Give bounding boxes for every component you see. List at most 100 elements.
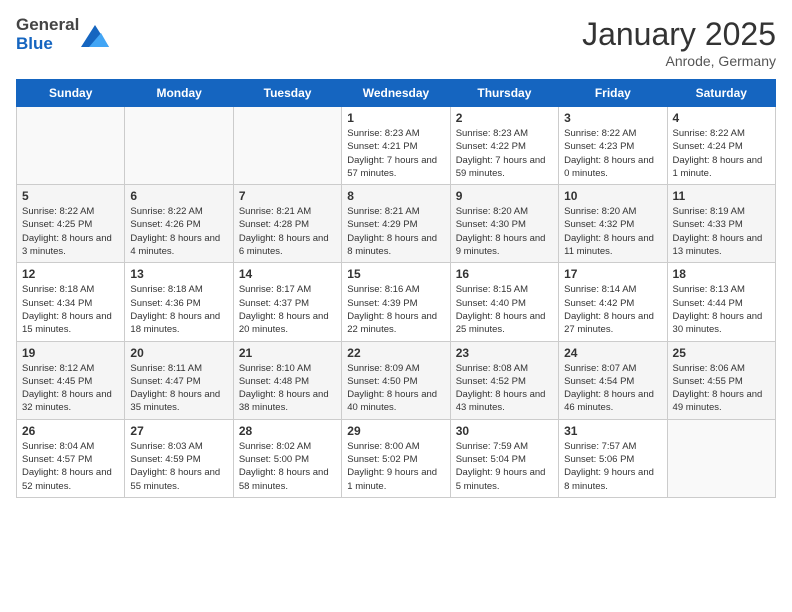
- calendar-day-cell: 14Sunrise: 8:17 AMSunset: 4:37 PMDayligh…: [233, 263, 341, 341]
- day-of-week-header: Monday: [125, 80, 233, 107]
- day-number: 5: [22, 189, 119, 203]
- calendar-day-cell: 31 Sunrise: 7:57 AMSunset: 5:06 PMDayligh…: [559, 419, 667, 497]
- logo-general: General: [16, 16, 79, 35]
- calendar-day-cell: 15Sunrise: 8:16 AMSunset: 4:39 PMDayligh…: [342, 263, 450, 341]
- calendar-day-cell: 23 Sunrise: 8:08 AMSunset: 4:52 PMDayligh…: [450, 341, 558, 419]
- day-info: Sunrise: 8:13 AMSunset: 4:44 PMDaylight:…: [673, 283, 770, 336]
- calendar-day-cell: 17 Sunrise: 8:14 AMSunset: 4:42 PMDayligh…: [559, 263, 667, 341]
- calendar-header-row: SundayMondayTuesdayWednesdayThursdayFrid…: [17, 80, 776, 107]
- logo-blue: Blue: [16, 35, 79, 54]
- calendar-day-cell: 8Sunrise: 8:21 AMSunset: 4:29 PMDaylight…: [342, 185, 450, 263]
- calendar-day-cell: 6Sunrise: 8:22 AMSunset: 4:26 PMDaylight…: [125, 185, 233, 263]
- day-of-week-header: Thursday: [450, 80, 558, 107]
- day-number: 1: [347, 111, 444, 125]
- day-number: 27: [130, 424, 227, 438]
- day-info: Sunrise: 8:10 AMSunset: 4:48 PMDaylight:…: [239, 362, 336, 415]
- calendar-day-cell: 7 Sunrise: 8:21 AMSunset: 4:28 PMDaylight…: [233, 185, 341, 263]
- calendar-day-cell: 20 Sunrise: 8:11 AMSunset: 4:47 PMDayligh…: [125, 341, 233, 419]
- day-info: Sunrise: 8:20 AMSunset: 4:32 PMDaylight:…: [564, 205, 661, 258]
- day-info: Sunrise: 8:23 AMSunset: 4:22 PMDaylight:…: [456, 127, 553, 180]
- calendar-week-row: 5 Sunrise: 8:22 AMSunset: 4:25 PMDaylight…: [17, 185, 776, 263]
- day-info: Sunrise: 8:08 AMSunset: 4:52 PMDaylight:…: [456, 362, 553, 415]
- day-number: 13: [130, 267, 227, 281]
- calendar-week-row: 1 Sunrise: 8:23 AMSunset: 4:21 PMDaylight…: [17, 107, 776, 185]
- day-info: Sunrise: 8:22 AMSunset: 4:25 PMDaylight:…: [22, 205, 119, 258]
- calendar-day-cell: 10 Sunrise: 8:20 AMSunset: 4:32 PMDayligh…: [559, 185, 667, 263]
- day-info: Sunrise: 8:18 AMSunset: 4:34 PMDaylight:…: [22, 283, 119, 336]
- day-info: Sunrise: 8:22 AMSunset: 4:24 PMDaylight:…: [673, 127, 770, 180]
- day-number: 21: [239, 346, 336, 360]
- day-number: 4: [673, 111, 770, 125]
- day-number: 17: [564, 267, 661, 281]
- calendar-day-cell: [667, 419, 775, 497]
- day-info: Sunrise: 8:09 AMSunset: 4:50 PMDaylight:…: [347, 362, 444, 415]
- day-info: Sunrise: 8:06 AMSunset: 4:55 PMDaylight:…: [673, 362, 770, 415]
- day-info: Sunrise: 8:18 AMSunset: 4:36 PMDaylight:…: [130, 283, 227, 336]
- day-info: Sunrise: 8:19 AMSunset: 4:33 PMDaylight:…: [673, 205, 770, 258]
- day-number: 23: [456, 346, 553, 360]
- logo-icon: [81, 25, 109, 47]
- calendar-day-cell: 9Sunrise: 8:20 AMSunset: 4:30 PMDaylight…: [450, 185, 558, 263]
- calendar-day-cell: 3 Sunrise: 8:22 AMSunset: 4:23 PMDaylight…: [559, 107, 667, 185]
- month-title: January 2025: [582, 16, 776, 53]
- day-info: Sunrise: 8:22 AMSunset: 4:26 PMDaylight:…: [130, 205, 227, 258]
- day-number: 26: [22, 424, 119, 438]
- day-number: 20: [130, 346, 227, 360]
- day-info: Sunrise: 8:07 AMSunset: 4:54 PMDaylight:…: [564, 362, 661, 415]
- day-of-week-header: Wednesday: [342, 80, 450, 107]
- calendar-day-cell: 16 Sunrise: 8:15 AMSunset: 4:40 PMDayligh…: [450, 263, 558, 341]
- day-number: 30: [456, 424, 553, 438]
- day-of-week-header: Sunday: [17, 80, 125, 107]
- day-number: 25: [673, 346, 770, 360]
- calendar-day-cell: 25 Sunrise: 8:06 AMSunset: 4:55 PMDayligh…: [667, 341, 775, 419]
- calendar-day-cell: [17, 107, 125, 185]
- calendar-day-cell: 5 Sunrise: 8:22 AMSunset: 4:25 PMDaylight…: [17, 185, 125, 263]
- calendar-day-cell: 4 Sunrise: 8:22 AMSunset: 4:24 PMDaylight…: [667, 107, 775, 185]
- day-info: Sunrise: 8:00 AMSunset: 5:02 PMDaylight:…: [347, 440, 444, 493]
- day-number: 11: [673, 189, 770, 203]
- day-info: Sunrise: 8:14 AMSunset: 4:42 PMDaylight:…: [564, 283, 661, 336]
- day-of-week-header: Friday: [559, 80, 667, 107]
- day-number: 19: [22, 346, 119, 360]
- day-number: 14: [239, 267, 336, 281]
- location: Anrode, Germany: [582, 53, 776, 69]
- day-number: 7: [239, 189, 336, 203]
- day-info: Sunrise: 8:12 AMSunset: 4:45 PMDaylight:…: [22, 362, 119, 415]
- day-info: Sunrise: 8:16 AMSunset: 4:39 PMDaylight:…: [347, 283, 444, 336]
- day-info: Sunrise: 8:11 AMSunset: 4:47 PMDaylight:…: [130, 362, 227, 415]
- day-number: 3: [564, 111, 661, 125]
- calendar-day-cell: [233, 107, 341, 185]
- calendar-day-cell: 13 Sunrise: 8:18 AMSunset: 4:36 PMDayligh…: [125, 263, 233, 341]
- calendar-day-cell: 28Sunrise: 8:02 AMSunset: 5:00 PMDayligh…: [233, 419, 341, 497]
- day-number: 10: [564, 189, 661, 203]
- day-number: 8: [347, 189, 444, 203]
- day-number: 18: [673, 267, 770, 281]
- day-info: Sunrise: 8:04 AMSunset: 4:57 PMDaylight:…: [22, 440, 119, 493]
- day-of-week-header: Saturday: [667, 80, 775, 107]
- calendar-day-cell: 11 Sunrise: 8:19 AMSunset: 4:33 PMDayligh…: [667, 185, 775, 263]
- calendar-day-cell: 21 Sunrise: 8:10 AMSunset: 4:48 PMDayligh…: [233, 341, 341, 419]
- day-number: 22: [347, 346, 444, 360]
- day-number: 24: [564, 346, 661, 360]
- calendar-week-row: 26 Sunrise: 8:04 AMSunset: 4:57 PMDayligh…: [17, 419, 776, 497]
- title-block: January 2025 Anrode, Germany: [582, 16, 776, 69]
- calendar-week-row: 12Sunrise: 8:18 AMSunset: 4:34 PMDayligh…: [17, 263, 776, 341]
- day-info: Sunrise: 7:57 AMSunset: 5:06 PMDaylight:…: [564, 440, 661, 493]
- calendar-day-cell: 27 Sunrise: 8:03 AMSunset: 4:59 PMDayligh…: [125, 419, 233, 497]
- day-info: Sunrise: 8:23 AMSunset: 4:21 PMDaylight:…: [347, 127, 444, 180]
- calendar-day-cell: 12Sunrise: 8:18 AMSunset: 4:34 PMDayligh…: [17, 263, 125, 341]
- calendar-day-cell: 30 Sunrise: 7:59 AMSunset: 5:04 PMDayligh…: [450, 419, 558, 497]
- day-info: Sunrise: 8:15 AMSunset: 4:40 PMDaylight:…: [456, 283, 553, 336]
- calendar-day-cell: 22 Sunrise: 8:09 AMSunset: 4:50 PMDayligh…: [342, 341, 450, 419]
- day-number: 16: [456, 267, 553, 281]
- day-info: Sunrise: 8:22 AMSunset: 4:23 PMDaylight:…: [564, 127, 661, 180]
- calendar-day-cell: 29 Sunrise: 8:00 AMSunset: 5:02 PMDayligh…: [342, 419, 450, 497]
- day-info: Sunrise: 8:20 AMSunset: 4:30 PMDaylight:…: [456, 205, 553, 258]
- day-number: 29: [347, 424, 444, 438]
- calendar-day-cell: [125, 107, 233, 185]
- calendar-day-cell: 1 Sunrise: 8:23 AMSunset: 4:21 PMDaylight…: [342, 107, 450, 185]
- day-number: 31: [564, 424, 661, 438]
- day-info: Sunrise: 7:59 AMSunset: 5:04 PMDaylight:…: [456, 440, 553, 493]
- day-info: Sunrise: 8:03 AMSunset: 4:59 PMDaylight:…: [130, 440, 227, 493]
- day-info: Sunrise: 8:21 AMSunset: 4:28 PMDaylight:…: [239, 205, 336, 258]
